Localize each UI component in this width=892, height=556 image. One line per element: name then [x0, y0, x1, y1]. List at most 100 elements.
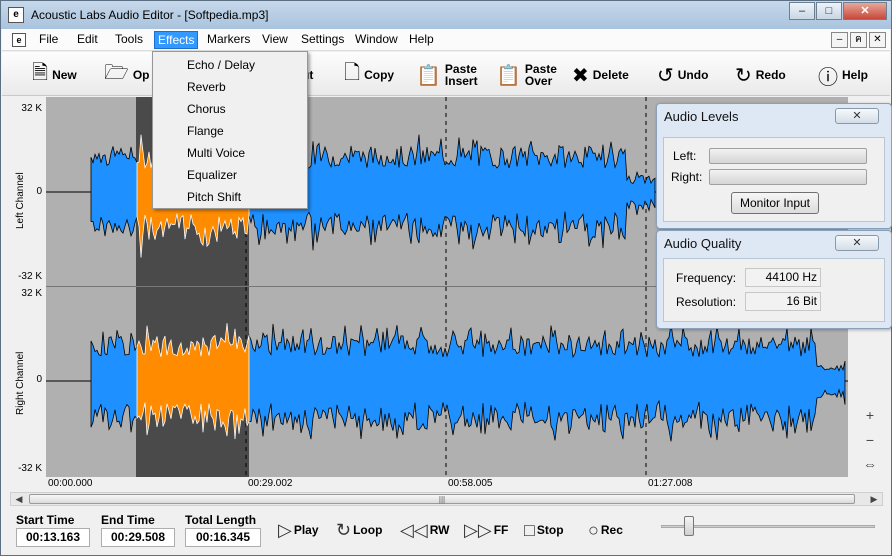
audio-quality-panel: Audio Quality ✕ Frequency: 44100 Hz Reso…: [656, 230, 892, 329]
help-icon: ⓘ: [818, 66, 838, 89]
audio-quality-close-button[interactable]: ✕: [835, 235, 879, 251]
window-title: Acoustic Labs Audio Editor - [Softpedia.…: [31, 8, 269, 22]
copy-icon: 🗋: [344, 62, 361, 84]
doc-restore-button[interactable]: ฅ: [850, 32, 867, 48]
close-button[interactable]: ✕: [843, 2, 887, 20]
right-min-label: -32 K: [18, 463, 42, 474]
effect-chorus[interactable]: Chorus: [153, 98, 307, 120]
end-time-field[interactable]: 00:29.508: [101, 528, 175, 547]
resolution-value: 16 Bit: [745, 292, 821, 311]
right-max-label: 32 K: [21, 288, 42, 299]
selected-wave-segment: [136, 323, 250, 440]
folder-icon: 🗁: [104, 62, 129, 84]
new-file-icon: 🗎: [32, 62, 49, 84]
left-level-label: Left:: [673, 149, 697, 163]
scroll-thumb[interactable]: |||: [29, 494, 855, 504]
play-icon: ▷: [278, 519, 292, 540]
right-channel-label: Right Channel: [15, 351, 26, 415]
fast-forward-button[interactable]: ▷▷ FF: [464, 519, 508, 541]
effect-equalizer[interactable]: Equalizer: [153, 164, 307, 186]
paste-insert-icon: 📋: [416, 64, 441, 87]
doc-minimize-button[interactable]: –: [831, 32, 848, 48]
time-tick-3: 01:27.008: [648, 478, 693, 489]
left-min-label: -32 K: [18, 271, 42, 282]
right-level-meter: [709, 169, 867, 185]
rewind-button[interactable]: ◁◁ RW: [400, 519, 449, 541]
app-icon: e: [8, 7, 24, 23]
document-icon[interactable]: e: [12, 33, 26, 47]
menu-markers[interactable]: Markers: [204, 31, 253, 49]
document-controls: – ฅ ✕: [829, 32, 886, 48]
menu-window[interactable]: Window: [352, 31, 401, 49]
effect-flange[interactable]: Flange: [153, 120, 307, 142]
app-window: e Acoustic Labs Audio Editor - [Softpedi…: [0, 0, 892, 556]
redo-icon: ↻: [735, 64, 752, 87]
zoom-in-icon[interactable]: +: [860, 406, 880, 426]
timeline-ruler: 00:00.000 00:29.002 00:58.005 01:27.008: [10, 477, 848, 491]
zoom-out-icon[interactable]: −: [860, 431, 880, 451]
start-time-field[interactable]: 00:13.163: [16, 528, 90, 547]
menu-effects[interactable]: Effects: [154, 31, 199, 49]
paste-insert-button[interactable]: 📋 Paste Insert: [416, 58, 478, 92]
menu-file[interactable]: File: [36, 31, 61, 49]
paste-over-button[interactable]: 📋 Paste Over: [496, 58, 557, 92]
menu-tools[interactable]: Tools: [112, 31, 146, 49]
loop-icon: ↻: [336, 519, 352, 540]
menu-bar: e File Edit Tools Effects Markers View S…: [2, 29, 890, 51]
frequency-label: Frequency:: [676, 271, 737, 285]
menu-settings[interactable]: Settings: [298, 31, 347, 49]
time-tick-2: 00:58.005: [448, 478, 493, 489]
help-button[interactable]: ⓘ Help: [818, 58, 868, 92]
menu-edit[interactable]: Edit: [74, 31, 101, 49]
time-tick-1: 00:29.002: [248, 478, 293, 489]
new-button[interactable]: 🗎 New: [32, 58, 77, 92]
monitor-input-button[interactable]: Monitor Input: [731, 192, 819, 214]
stop-icon: □: [524, 519, 535, 540]
copy-button[interactable]: 🗋 Copy: [344, 58, 394, 92]
scroll-left-icon[interactable]: ◀: [12, 493, 26, 505]
audio-levels-panel: Audio Levels ✕ Left: Right: Monitor Inpu…: [656, 103, 892, 229]
effect-multi-voice[interactable]: Multi Voice: [153, 142, 307, 164]
total-length-label: Total Length: [185, 513, 257, 527]
menu-view[interactable]: View: [259, 31, 291, 49]
undo-button[interactable]: ↺ Undo: [657, 58, 708, 92]
scroll-right-icon[interactable]: ▶: [867, 493, 881, 505]
record-icon: ○: [588, 519, 599, 540]
zoom-fit-icon[interactable]: ⇔: [860, 455, 880, 475]
resolution-label: Resolution:: [676, 295, 737, 309]
audio-quality-body: Frequency: 44100 Hz Resolution: 16 Bit: [663, 258, 885, 322]
left-max-label: 32 K: [21, 103, 42, 114]
frequency-value: 44100 Hz: [745, 268, 821, 287]
total-length-group: Total Length 00:16.345: [185, 513, 261, 547]
title-bar: e Acoustic Labs Audio Editor - [Softpedi…: [1, 1, 891, 29]
delete-button[interactable]: ✖ Delete: [572, 58, 629, 92]
effect-reverb[interactable]: Reverb: [153, 76, 307, 98]
start-time-group: Start Time 00:13.163: [16, 513, 90, 547]
right-wave-shape: [90, 323, 846, 442]
delete-x-icon: ✖: [572, 64, 589, 87]
audio-levels-body: Left: Right: Monitor Input: [663, 137, 885, 222]
effect-echo-delay[interactable]: Echo / Delay: [153, 54, 307, 76]
play-button[interactable]: ▷ Play: [278, 519, 319, 541]
doc-close-button[interactable]: ✕: [869, 32, 886, 48]
stop-button[interactable]: □ Stop: [524, 519, 564, 541]
open-button[interactable]: 🗁 Op: [104, 58, 149, 92]
volume-slider-thumb[interactable]: [683, 516, 694, 536]
right-zero-label: 0: [36, 374, 42, 385]
effect-pitch-shift[interactable]: Pitch Shift: [153, 186, 307, 208]
end-time-label: End Time: [101, 513, 155, 527]
menu-help[interactable]: Help: [406, 31, 437, 49]
start-time-label: Start Time: [16, 513, 75, 527]
record-button[interactable]: ○ Rec: [588, 519, 623, 541]
right-level-label: Right:: [671, 170, 703, 184]
left-zero-label: 0: [36, 186, 42, 197]
maximize-button[interactable]: □: [816, 2, 842, 20]
left-level-meter: [709, 148, 867, 164]
end-time-group: End Time 00:29.508: [101, 513, 175, 547]
total-length-field: 00:16.345: [185, 528, 261, 547]
audio-levels-close-button[interactable]: ✕: [835, 108, 879, 124]
loop-button[interactable]: ↻ Loop: [336, 519, 382, 541]
redo-button[interactable]: ↻ Redo: [735, 58, 786, 92]
minimize-button[interactable]: –: [789, 2, 815, 20]
horizontal-scrollbar[interactable]: ◀ ||| ▶: [10, 492, 883, 506]
